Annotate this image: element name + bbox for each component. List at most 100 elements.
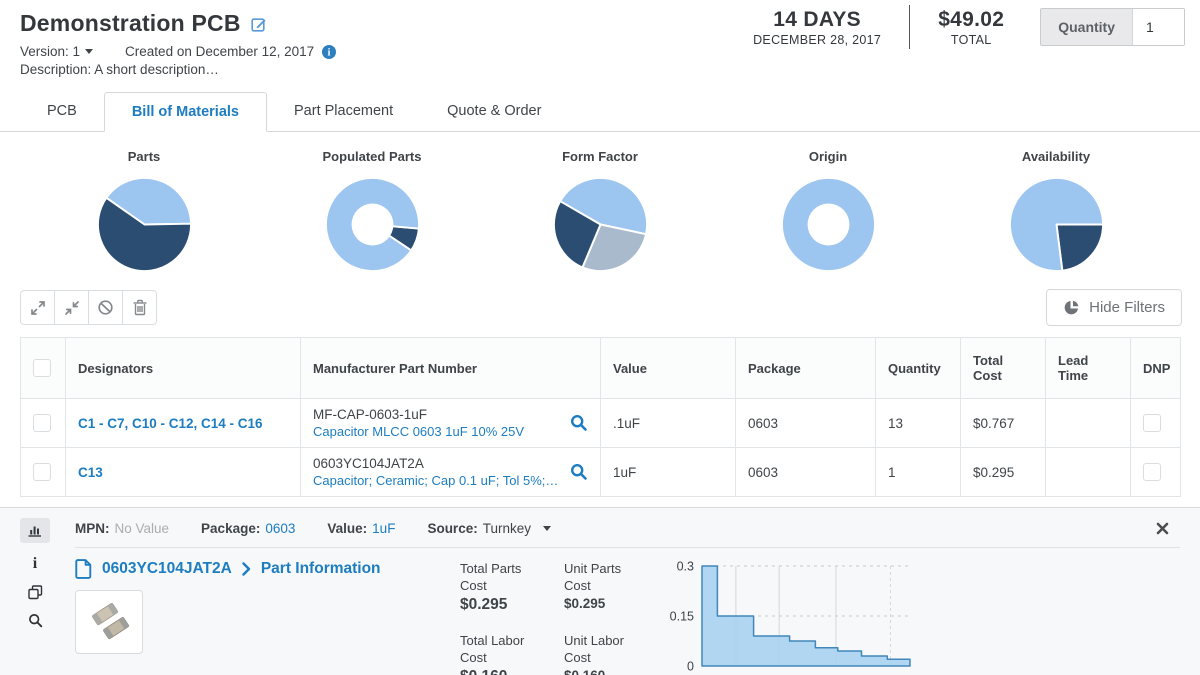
package-cell: 0603: [736, 448, 876, 497]
page-title: Demonstration PCB: [20, 10, 241, 37]
col-mpn: Manufacturer Part Number: [301, 338, 601, 399]
availability-pie-chart[interactable]: [1008, 176, 1105, 278]
select-all-checkbox[interactable]: [33, 359, 51, 377]
expand-rows-button[interactable]: [20, 290, 55, 325]
cost-label: Total Parts Cost: [460, 561, 544, 595]
mpn-field-label: MPN:: [75, 521, 110, 536]
value-field-label: Value:: [327, 521, 367, 536]
table-row: C13 0603YC104JAT2A Capacitor; Ceramic; C…: [21, 448, 1181, 497]
package-field-value[interactable]: 0603: [265, 521, 295, 536]
form-factor-pie-chart[interactable]: [552, 176, 649, 278]
tab-pcb[interactable]: PCB: [20, 92, 104, 131]
value-field-value[interactable]: 1uF: [372, 521, 395, 536]
expand-icon: [30, 300, 46, 316]
chart-title: Parts: [128, 149, 161, 164]
col-designators: Designators: [66, 338, 301, 399]
price-break-chart: 00.150.31505004,00012,000: [664, 557, 918, 675]
parts-pie-chart[interactable]: [96, 176, 193, 278]
detail-panel-main: MPN:No Value Package:0603 Value:1uF Sour…: [75, 508, 1200, 675]
panel-divider: [75, 547, 1180, 548]
populated-parts-donut-chart[interactable]: [324, 176, 421, 278]
hide-filters-button[interactable]: Hide Filters: [1046, 289, 1182, 326]
search-part-icon[interactable]: [570, 414, 588, 432]
chart-populated-parts[interactable]: Populated Parts: [258, 145, 486, 278]
origin-donut-chart[interactable]: [780, 176, 877, 278]
bar-chart-icon: [27, 523, 43, 538]
tab-bar: PCB Bill of Materials Part Placement Quo…: [0, 92, 1200, 132]
part-info-tab-button[interactable]: i: [33, 556, 37, 572]
lead-time-date: DECEMBER 28, 2017: [753, 33, 881, 47]
search-part-icon[interactable]: [570, 463, 588, 481]
info-icon[interactable]: i: [322, 45, 336, 59]
cost-label: Unit Labor Cost: [564, 633, 642, 667]
part-information-link[interactable]: Part Information: [261, 560, 381, 578]
mpn-text: 0603YC104JAT2A: [313, 456, 562, 471]
close-panel-icon[interactable]: [1156, 522, 1169, 535]
chart-title: Availability: [1022, 149, 1090, 164]
mpn-description-link[interactable]: Capacitor MLCC 0603 1uF 10% 25V: [313, 424, 524, 439]
header-summary: 14 DAYS DECEMBER 28, 2017 $49.02 TOTAL Q…: [753, 5, 1185, 49]
table-header-row: Designators Manufacturer Part Number Val…: [21, 338, 1181, 399]
dnp-checkbox[interactable]: [1143, 463, 1161, 481]
part-detail-panel: i MPN:No Value Package:0603 Value:1uF So…: [0, 507, 1200, 675]
chevron-down-icon: [85, 49, 93, 54]
stat-divider: [909, 5, 910, 49]
source-field-label: Source:: [427, 521, 477, 536]
tab-quote-order[interactable]: Quote & Order: [420, 92, 568, 131]
lead-time-cell: [1046, 399, 1131, 448]
description-text: Description: A short description…: [20, 62, 1180, 77]
chart-parts[interactable]: Parts: [30, 145, 258, 278]
svg-text:0.3: 0.3: [677, 560, 694, 574]
price-chart-tab-button[interactable]: [20, 518, 50, 543]
row-checkbox[interactable]: [33, 463, 51, 481]
copy-part-button[interactable]: [28, 585, 43, 600]
filter-charts-row: Parts Populated Parts Form Factor Origin…: [0, 132, 1200, 280]
page-header: Demonstration PCB Version: 1 Created on …: [0, 0, 1200, 77]
version-dropdown[interactable]: Version: 1: [20, 44, 93, 59]
svg-text:i: i: [328, 47, 331, 58]
source-dropdown[interactable]: Source:Turnkey: [427, 521, 551, 536]
part-thumbnail[interactable]: [75, 590, 143, 654]
search-icon: [28, 613, 43, 628]
col-lead-time: Lead Time: [1046, 338, 1131, 399]
col-dnp: DNP: [1131, 338, 1181, 399]
lead-time-cell: [1046, 448, 1131, 497]
cost-value: $0.295: [460, 596, 544, 614]
dnp-checkbox[interactable]: [1143, 414, 1161, 432]
mpn-text: MF-CAP-0603-1uF: [313, 407, 562, 422]
lead-time-stat: 14 DAYS DECEMBER 28, 2017: [753, 8, 881, 47]
chart-title: Form Factor: [562, 149, 638, 164]
total-stat: $49.02 TOTAL: [938, 8, 1004, 47]
datasheet-pdf-icon[interactable]: [75, 559, 92, 579]
designators-link[interactable]: C13: [78, 465, 103, 480]
svg-text:0: 0: [687, 660, 694, 674]
chart-title: Origin: [809, 149, 847, 164]
tab-bill-of-materials[interactable]: Bill of Materials: [104, 92, 267, 132]
quantity-cell: 13: [876, 399, 961, 448]
chart-form-factor[interactable]: Form Factor: [486, 145, 714, 278]
package-field-label: Package:: [201, 521, 260, 536]
value-cell: .1uF: [601, 399, 736, 448]
delete-rows-button[interactable]: [122, 290, 157, 325]
part-number-link[interactable]: 0603YC104JAT2A: [102, 560, 232, 578]
quantity-widget: Quantity 1: [1040, 8, 1185, 46]
quantity-input[interactable]: 1: [1132, 9, 1184, 45]
search-part-button[interactable]: [28, 613, 43, 628]
quantity-label: Quantity: [1041, 9, 1132, 45]
unit-parts-cost: Unit Parts Cost $0.295: [564, 561, 642, 622]
designators-link[interactable]: C1 - C7, C10 - C12, C14 - C16: [78, 416, 263, 431]
chart-origin[interactable]: Origin: [714, 145, 942, 278]
chart-availability[interactable]: Availability: [942, 145, 1170, 278]
cost-value: $0.160: [564, 668, 642, 675]
dnp-rows-button[interactable]: [88, 290, 123, 325]
total-value: $49.02: [938, 8, 1004, 32]
part-summary-column: 0603YC104JAT2A Part Information: [75, 559, 460, 675]
trash-icon: [132, 299, 148, 316]
breadcrumb: 0603YC104JAT2A Part Information: [75, 559, 460, 579]
collapse-rows-button[interactable]: [54, 290, 89, 325]
chevron-down-icon: [543, 526, 551, 531]
row-checkbox[interactable]: [33, 414, 51, 432]
tab-part-placement[interactable]: Part Placement: [267, 92, 420, 131]
mpn-description-link[interactable]: Capacitor; Ceramic; Cap 0.1 uF; Tol 5%; …: [313, 473, 562, 488]
edit-title-icon[interactable]: [251, 16, 267, 32]
